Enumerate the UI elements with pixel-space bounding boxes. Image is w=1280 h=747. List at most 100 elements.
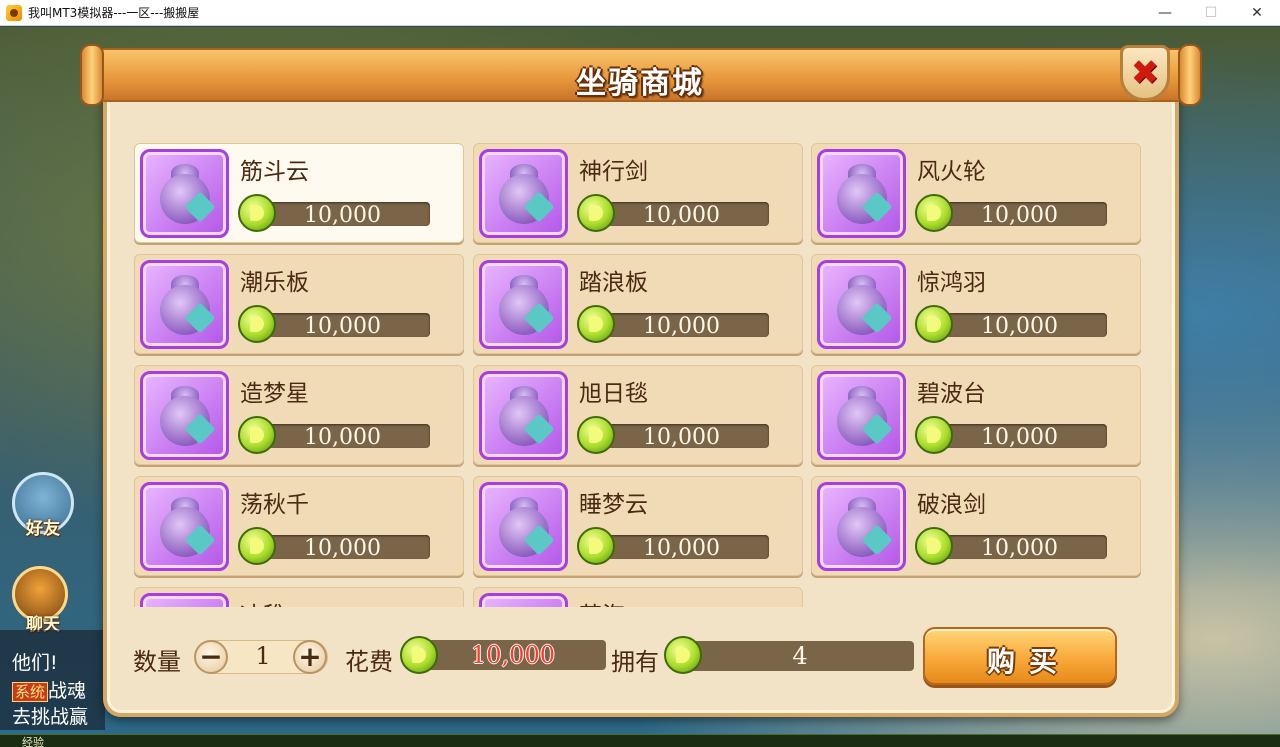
mount-item-name: 睡梦云 [579, 492, 648, 518]
mount-bag-icon [817, 482, 906, 571]
minimize-button[interactable]: — [1142, 0, 1188, 26]
increase-quantity-button[interactable]: + [293, 640, 327, 674]
price-field: 10,000 [255, 535, 430, 561]
mount-item-price: 10,000 [304, 314, 381, 339]
mount-item-price: 10,000 [643, 425, 720, 450]
mount-item-card[interactable]: 碧波台 10,000 [811, 365, 1141, 465]
mount-item-name: 惊鸿羽 [917, 270, 986, 296]
quantity-label: 数量 [133, 648, 181, 676]
mount-item-price: 10,000 [981, 203, 1058, 228]
mount-item-price: 10,000 [643, 536, 720, 561]
experience-bar [0, 734, 1280, 747]
mount-item-card[interactable]: 踏浪板 10,000 [473, 254, 803, 354]
green-coin-icon [400, 636, 438, 674]
mount-item-card[interactable]: 潮乐板 10,000 [134, 254, 464, 354]
mount-item-card[interactable]: 冰稚10,000 [134, 587, 464, 607]
mount-item-name: 风火轮 [917, 159, 986, 185]
mount-item-price: 10,000 [643, 314, 720, 339]
mount-bag-icon [479, 593, 568, 607]
mount-item-name: 造梦星 [240, 381, 309, 407]
price-field: 10,000 [932, 313, 1107, 339]
green-coin-icon [577, 527, 615, 565]
maximize-button[interactable]: ☐ [1188, 0, 1234, 26]
buy-button[interactable]: 购买 [923, 627, 1117, 685]
mount-bag-icon [479, 482, 568, 571]
green-coin-icon [238, 305, 276, 343]
mount-item-price: 10,000 [981, 536, 1058, 561]
decrease-quantity-button[interactable]: − [194, 640, 228, 674]
window-titlebar: 我叫MT3模拟器---一区---搬搬屋 — ☐ ✕ [0, 0, 1280, 26]
green-coin-icon [577, 305, 615, 343]
owned-value: 4 [792, 642, 808, 670]
owned-field: 4 [686, 641, 914, 671]
purchase-footer: 数量 − 1 + 花费 10,000 拥有 4 购买 [0, 624, 1280, 694]
quantity-value[interactable]: 1 [232, 642, 294, 670]
cost-field: 10,000 [420, 640, 606, 670]
friends-label: 好友 [26, 519, 60, 539]
mount-item-name: 荡秋千 [240, 492, 309, 518]
owned-label: 拥有 [611, 648, 659, 676]
mount-item-name: 潮乐板 [240, 270, 309, 296]
green-coin-icon [664, 636, 702, 674]
mount-bag-icon [479, 149, 568, 238]
mount-item-grid[interactable]: 筋斗云 10,000 神行剑 10,000 风火轮 10,000 潮乐板 10,000 踏浪板 1… [134, 143, 1144, 607]
cost-value: 10,000 [471, 641, 555, 669]
mount-item-name: 旭日毯 [579, 381, 648, 407]
mount-item-price: 10,000 [304, 203, 381, 228]
mount-item-name: 苍海 [579, 596, 625, 607]
mount-bag-icon [817, 371, 906, 460]
price-field: 10,000 [932, 535, 1107, 561]
mount-item-card[interactable]: 筋斗云 10,000 [134, 143, 464, 243]
mount-item-name: 神行剑 [579, 159, 648, 185]
mount-item-price: 10,000 [643, 203, 720, 228]
window-close-button[interactable]: ✕ [1234, 0, 1280, 26]
mount-bag-icon [140, 482, 229, 571]
mount-item-card[interactable]: 惊鸿羽 10,000 [811, 254, 1141, 354]
buy-button-label: 购买 [986, 645, 1071, 678]
close-button[interactable]: ✖ [1120, 45, 1170, 101]
green-coin-icon [238, 527, 276, 565]
mount-item-price: 10,000 [981, 314, 1058, 339]
price-field: 10,000 [255, 424, 430, 450]
mount-item-card[interactable]: 神行剑 10,000 [473, 143, 803, 243]
mount-item-name: 碧波台 [917, 381, 986, 407]
price-field: 10,000 [594, 313, 769, 339]
price-field: 10,000 [932, 424, 1107, 450]
price-field: 10,000 [594, 424, 769, 450]
mount-item-name: 冰稚 [240, 596, 286, 607]
chat-line: 去挑战赢 [12, 706, 89, 728]
green-coin-icon [915, 194, 953, 232]
price-field: 10,000 [932, 202, 1107, 228]
mount-bag-icon [140, 371, 229, 460]
mount-item-card[interactable]: 风火轮 10,000 [811, 143, 1141, 243]
mount-bag-icon [140, 149, 229, 238]
green-coin-icon [915, 305, 953, 343]
green-coin-icon [238, 194, 276, 232]
mount-item-name: 踏浪板 [579, 270, 648, 296]
mount-item-price: 10,000 [304, 425, 381, 450]
green-coin-icon [577, 416, 615, 454]
mount-bag-icon [479, 260, 568, 349]
mount-bag-icon [479, 371, 568, 460]
mount-item-card[interactable]: 睡梦云 10,000 [473, 476, 803, 576]
mount-item-card[interactable]: 旭日毯 10,000 [473, 365, 803, 465]
price-field: 10,000 [255, 313, 430, 339]
mount-item-price: 10,000 [304, 536, 381, 561]
panel-title: 坐骑商城 [576, 66, 704, 101]
mount-item-name: 破浪剑 [917, 492, 986, 518]
green-coin-icon [238, 416, 276, 454]
app-icon [6, 4, 22, 21]
price-field: 10,000 [594, 202, 769, 228]
green-coin-icon [915, 416, 953, 454]
mount-item-card[interactable]: 造梦星 10,000 [134, 365, 464, 465]
mount-item-card[interactable]: 苍海10,000 [473, 587, 803, 607]
mount-item-card[interactable]: 荡秋千 10,000 [134, 476, 464, 576]
mount-bag-icon [817, 149, 906, 238]
mount-bag-icon [140, 260, 229, 349]
mount-item-card[interactable]: 破浪剑 10,000 [811, 476, 1141, 576]
green-coin-icon [915, 527, 953, 565]
close-x-icon: ✖ [1130, 53, 1160, 93]
experience-label: 经验 [22, 736, 44, 747]
mount-item-price: 10,000 [981, 425, 1058, 450]
price-field: 10,000 [255, 202, 430, 228]
